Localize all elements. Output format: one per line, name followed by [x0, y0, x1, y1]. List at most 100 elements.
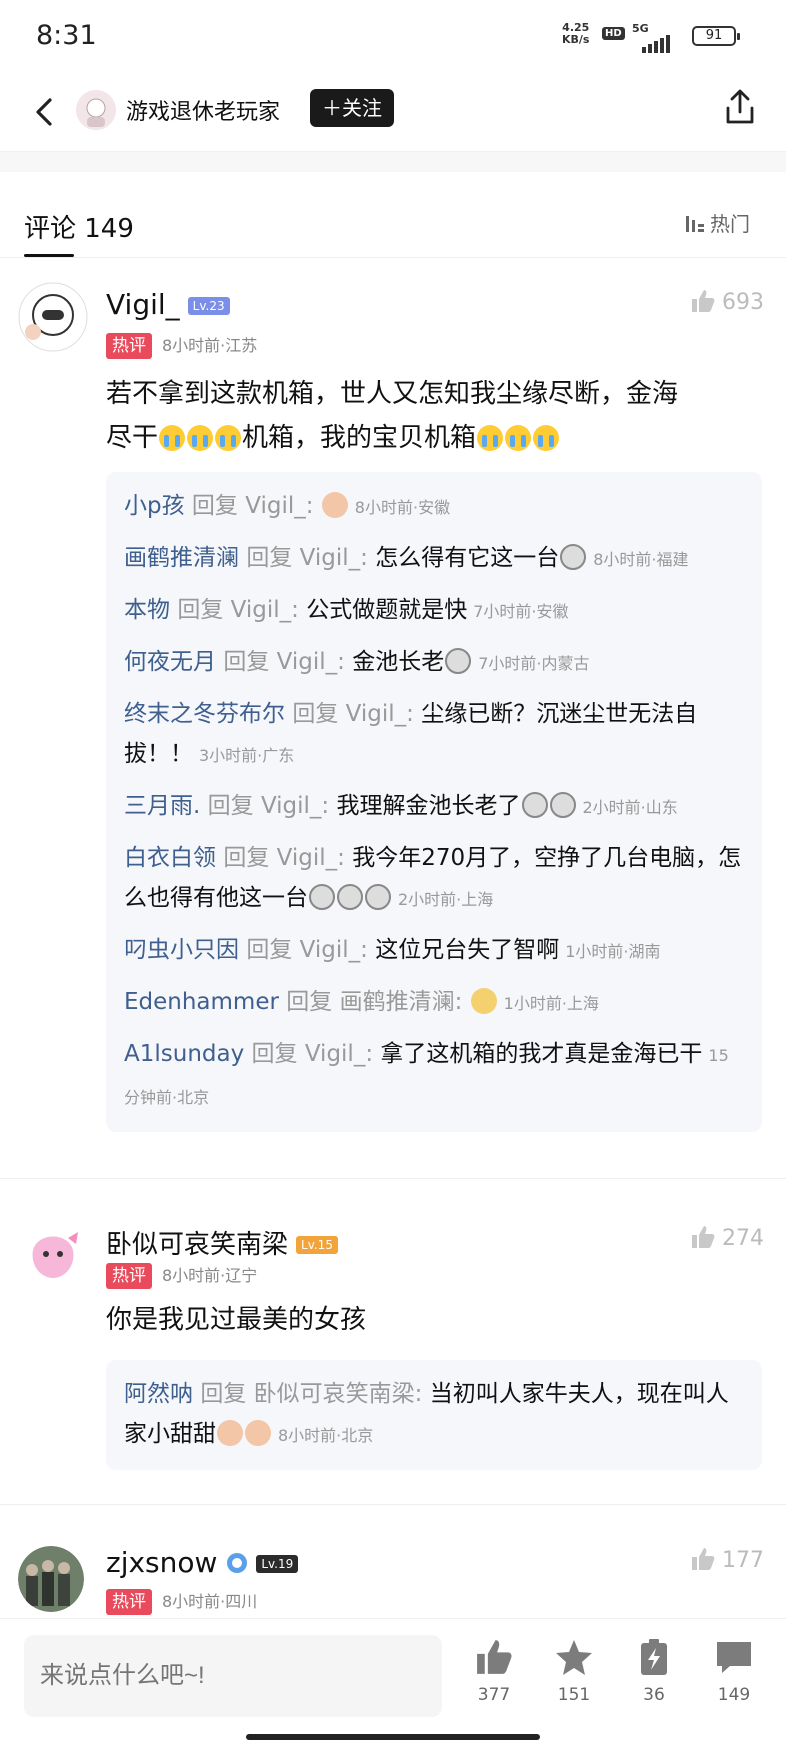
reply-item[interactable]: 叼虫小只因 回复 Vigil_: 这位兄台失了智啊 1小时前·湖南	[124, 930, 744, 972]
reply-word: 回复	[191, 493, 238, 519]
home-indicator[interactable]	[246, 1734, 540, 1740]
reply-target[interactable]: Vigil_:	[277, 845, 345, 871]
reply-user[interactable]: Edenhammer	[124, 989, 279, 1015]
author-avatar[interactable]	[76, 90, 116, 130]
dog-emoji-icon	[470, 988, 497, 1014]
username[interactable]: 卧似可哀笑南梁 Lv.15	[106, 1224, 338, 1261]
username[interactable]: zjxsnow Lv.19	[106, 1546, 299, 1579]
hot-badge: 热评	[106, 333, 152, 359]
reply-item[interactable]: 阿然呐 回复 卧似可哀笑南梁: 当初叫人家牛夫人，现在叫人家小甜甜 8小时前·北京	[124, 1374, 744, 1456]
comment-line: 若不拿到这款机箱，世人又怎知我尘缘尽断，金海	[106, 379, 679, 409]
reply-word: 回复	[251, 1041, 298, 1067]
reply-target[interactable]: Vigil_:	[277, 649, 345, 675]
like-count: 274	[722, 1226, 764, 1251]
reply-word: 回复	[292, 701, 339, 727]
username-text[interactable]: zjxsnow	[106, 1546, 217, 1579]
reply-target[interactable]: Vigil_:	[305, 1041, 373, 1067]
reply-user[interactable]: 画鹤推清澜	[124, 545, 239, 571]
reply-item[interactable]: 三月雨. 回复 Vigil_: 我理解金池长老了 2小时前·山东	[124, 786, 744, 828]
back-icon[interactable]	[24, 92, 64, 132]
reply-word: 回复	[246, 937, 293, 963]
reply-user[interactable]: 小p孩	[124, 493, 185, 519]
reply-item[interactable]: 终末之冬芬布尔 回复 Vigil_: 尘缘已断？沉迷尘世无法自拔！！ 3小时前·广…	[124, 694, 744, 776]
hd-badge: HD	[602, 27, 625, 40]
share-icon[interactable]	[718, 86, 762, 130]
comment-time: 8小时前·江苏	[162, 336, 258, 355]
like-button[interactable]: 177	[690, 1546, 764, 1573]
favorite-count: 151	[557, 1685, 591, 1705]
reply-word: 回复	[246, 545, 293, 571]
reply-user[interactable]: 三月雨.	[124, 793, 200, 819]
like-button[interactable]: 274	[690, 1224, 764, 1251]
sort-toggle[interactable]: 热门	[684, 208, 750, 237]
reply-item[interactable]: A1lsunday 回复 Vigil_: 拿了这机箱的我才真是金海已干 15分钟前…	[124, 1034, 744, 1118]
status-bar: 8:31 4.25 KB/s HD 5G 91	[0, 0, 786, 72]
smirk-emoji-icon	[309, 884, 335, 910]
reply-user[interactable]: 阿然呐	[124, 1381, 193, 1407]
reply-list: 小p孩 回复 Vigil_: 8小时前·安徽 画鹤推清澜 回复 Vigil_: …	[106, 472, 762, 1132]
level-badge: Lv.19	[256, 1555, 299, 1573]
level-badge: Lv.23	[187, 297, 230, 315]
reply-time: 1小时前·湖南	[565, 942, 661, 961]
reply-target[interactable]: Vigil_:	[261, 793, 329, 819]
like-count: 377	[477, 1685, 511, 1705]
avatar[interactable]	[18, 282, 88, 352]
like-button[interactable]: 693	[690, 288, 764, 315]
comment-line: 尽干	[106, 423, 159, 453]
reply-target[interactable]: 卧似可哀笑南梁:	[254, 1381, 423, 1407]
crying-emoji-icon	[533, 425, 560, 451]
sort-label: 热门	[710, 212, 750, 236]
username[interactable]: Vigil_ Lv.23	[106, 288, 230, 321]
comment-text: 若不拿到这款机箱，世人又怎知我尘缘尽断，金海 尽干 机箱，我的宝贝机箱	[106, 372, 756, 460]
reply-item[interactable]: Edenhammer 回复 画鹤推清澜: 1小时前·上海	[124, 982, 744, 1024]
section-gap	[0, 152, 786, 172]
reply-item[interactable]: 本物 回复 Vigil_: 公式做题就是快 7小时前·安徽	[124, 590, 744, 632]
reply-word: 回复	[200, 1381, 247, 1407]
reply-time: 3小时前·广东	[199, 746, 295, 765]
crying-emoji-icon	[505, 425, 532, 451]
author-name[interactable]: 游戏退休老玩家	[126, 94, 280, 126]
star-icon	[556, 1640, 592, 1675]
reply-target[interactable]: 画鹤推清澜:	[340, 989, 463, 1015]
reply-word: 回复	[223, 649, 270, 675]
glasses-emoji-icon	[521, 792, 548, 818]
reply-target[interactable]: Vigil_:	[300, 937, 368, 963]
follow-button[interactable]: ＋关注	[310, 89, 394, 127]
reply-user[interactable]: 白衣白领	[124, 845, 216, 871]
comment-line: 机箱，我的宝贝机箱	[242, 423, 477, 453]
reply-target[interactable]: Vigil_:	[245, 493, 313, 519]
crying-emoji-icon	[159, 425, 186, 451]
username-text[interactable]: 卧似可哀笑南梁	[106, 1230, 288, 1260]
reply-content: 金池长老	[352, 649, 445, 675]
reply-item[interactable]: 白衣白领 回复 Vigil_: 我今年270月了，空挣了几台电脑，怎么也得有他这…	[124, 838, 744, 920]
crying-emoji-icon	[215, 425, 242, 451]
reply-user[interactable]: 本物	[124, 597, 170, 623]
comment-item: 卧似可哀笑南梁 Lv.15 热评 8小时前·辽宁 274 你是我见过最美的女孩 阿然…	[0, 1190, 786, 1490]
reply-item[interactable]: 小p孩 回复 Vigil_: 8小时前·安徽	[124, 486, 744, 528]
reply-target[interactable]: Vigil_:	[300, 545, 368, 571]
reply-target[interactable]: Vigil_:	[346, 701, 414, 727]
avatar[interactable]	[18, 1220, 88, 1290]
net-speed: 4.25 KB/s	[562, 21, 590, 46]
reply-item[interactable]: 画鹤推清澜 回复 Vigil_: 怎么得有它这一台 8小时前·福建	[124, 538, 744, 580]
reply-user[interactable]: 终末之冬芬布尔	[124, 701, 285, 727]
comment-item: zjxsnow Lv.19 热评 8小时前·四川 177	[0, 1504, 786, 1618]
charge-action[interactable]: 36	[624, 1637, 684, 1705]
reply-user[interactable]: A1lsunday	[124, 1041, 244, 1067]
like-action[interactable]: 377	[464, 1637, 524, 1705]
comment-input[interactable]	[24, 1635, 442, 1717]
reply-item[interactable]: 何夜无月 回复 Vigil_: 金池长老 7小时前·内蒙古	[124, 642, 744, 684]
favorite-action[interactable]: 151	[544, 1637, 604, 1705]
reply-user[interactable]: 叼虫小只因	[124, 937, 239, 963]
reply-user[interactable]: 何夜无月	[124, 649, 216, 675]
reply-content: 怎么得有它这一台	[375, 545, 560, 571]
reply-time: 8小时前·北京	[278, 1426, 374, 1445]
avatar[interactable]	[18, 1546, 84, 1612]
reply-content: 这位兄台失了智啊	[375, 937, 560, 963]
username-text[interactable]: Vigil_	[106, 288, 180, 321]
comment-action[interactable]: 149	[704, 1637, 764, 1705]
reply-target[interactable]: Vigil_:	[231, 597, 299, 623]
crying-emoji-icon	[477, 425, 504, 451]
level-badge: Lv.15	[296, 1236, 338, 1254]
reply-time: 8小时前·福建	[593, 550, 689, 569]
